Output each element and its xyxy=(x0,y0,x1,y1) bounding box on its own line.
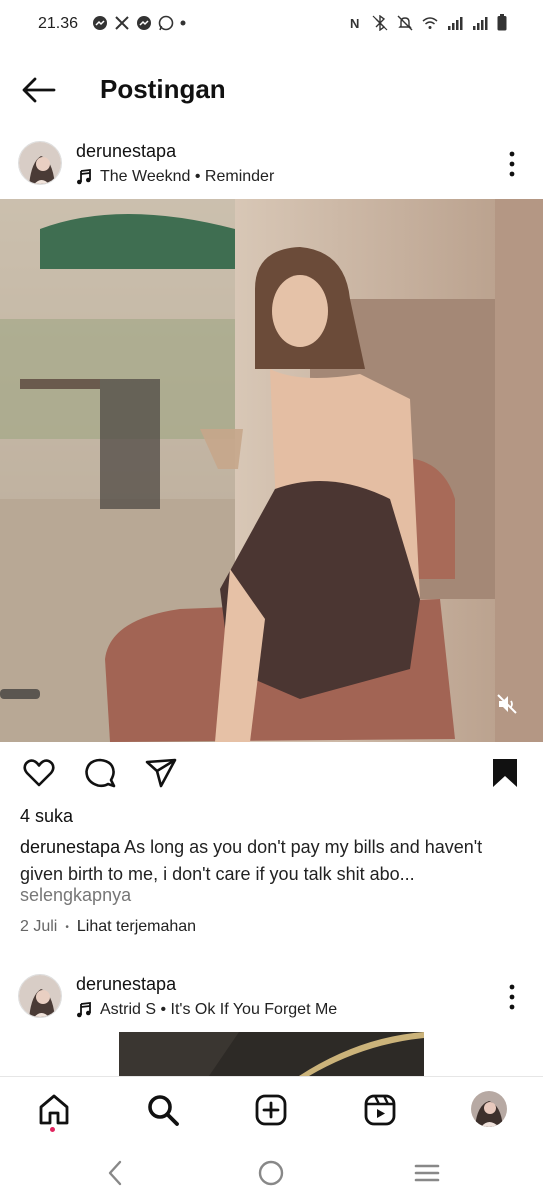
post-photo xyxy=(119,1032,424,1076)
translate-link[interactable]: Lihat terjemahan xyxy=(77,918,196,936)
wifi-icon xyxy=(422,16,438,29)
music-info[interactable]: The Weeknd • Reminder xyxy=(76,168,274,186)
like-count[interactable]: 4 suka xyxy=(20,806,73,827)
recents-icon[interactable] xyxy=(412,1158,442,1188)
music-note-icon xyxy=(77,1002,91,1018)
music-info[interactable]: Astrid S • It's Ok If You Forget Me xyxy=(76,1001,337,1019)
post-actions xyxy=(0,756,543,792)
nfc-icon: N xyxy=(350,16,359,31)
messenger-icon xyxy=(137,16,151,30)
caption-username[interactable]: derunestapa xyxy=(20,837,120,857)
post-caption: derunestapa As long as you don't pay my … xyxy=(20,834,520,888)
status-system-icons: N xyxy=(347,14,507,31)
music-label: Astrid S • It's Ok If You Forget Me xyxy=(100,1001,338,1018)
svg-text:N: N xyxy=(350,16,359,31)
page-header: Postingan xyxy=(0,60,543,120)
bottom-navigation xyxy=(0,1076,543,1146)
dot-icon xyxy=(180,20,186,26)
whatsapp-icon xyxy=(158,15,174,31)
more-options-icon[interactable] xyxy=(503,982,521,1012)
status-time: 21.36 xyxy=(38,15,79,32)
messenger-icon xyxy=(93,16,107,30)
home-circle-icon[interactable] xyxy=(256,1158,286,1188)
page-title: Postingan xyxy=(100,74,226,104)
notification-dot xyxy=(50,1127,55,1132)
status-bar: 21.36 N xyxy=(0,0,543,50)
post-media[interactable] xyxy=(0,199,543,742)
post-header: derunestapa The Weeknd • Reminder xyxy=(0,141,543,201)
meta-separator: • xyxy=(65,921,69,933)
back-chevron-icon[interactable] xyxy=(101,1158,131,1188)
post-meta: 2 Juli • Lihat terjemahan xyxy=(20,918,196,936)
home-icon[interactable] xyxy=(37,1093,71,1127)
system-navigation xyxy=(0,1146,543,1200)
comment-icon[interactable] xyxy=(83,756,117,790)
more-options-icon[interactable] xyxy=(503,149,521,179)
music-label: The Weeknd • Reminder xyxy=(100,168,275,185)
post-header: derunestapa Astrid S • It's Ok If You Fo… xyxy=(0,974,543,1034)
x-icon xyxy=(115,16,129,30)
profile-avatar[interactable] xyxy=(471,1091,507,1127)
add-post-icon[interactable] xyxy=(254,1093,288,1127)
reels-icon[interactable] xyxy=(363,1093,397,1127)
post-media[interactable] xyxy=(119,1032,424,1076)
post-username[interactable]: derunestapa xyxy=(76,974,176,995)
mute-icon xyxy=(397,15,413,30)
signal-icon xyxy=(448,16,463,30)
status-notification-icons xyxy=(92,15,186,31)
heart-icon[interactable] xyxy=(22,756,56,790)
battery-icon xyxy=(497,14,507,31)
search-icon[interactable] xyxy=(146,1093,180,1127)
bluetooth-off-icon xyxy=(372,14,388,31)
post-photo xyxy=(0,199,543,742)
post-date: 2 Juli xyxy=(20,918,58,935)
send-icon[interactable] xyxy=(144,756,178,790)
avatar[interactable] xyxy=(18,974,62,1018)
arrow-left-icon[interactable] xyxy=(20,74,58,106)
avatar[interactable] xyxy=(18,141,62,185)
post-username[interactable]: derunestapa xyxy=(76,141,176,162)
volume-off-icon[interactable] xyxy=(495,692,519,716)
caption-more-link[interactable]: selengkapnya xyxy=(20,885,131,906)
music-note-icon xyxy=(77,169,91,185)
bookmark-icon[interactable] xyxy=(488,756,522,790)
signal-icon xyxy=(473,16,488,30)
